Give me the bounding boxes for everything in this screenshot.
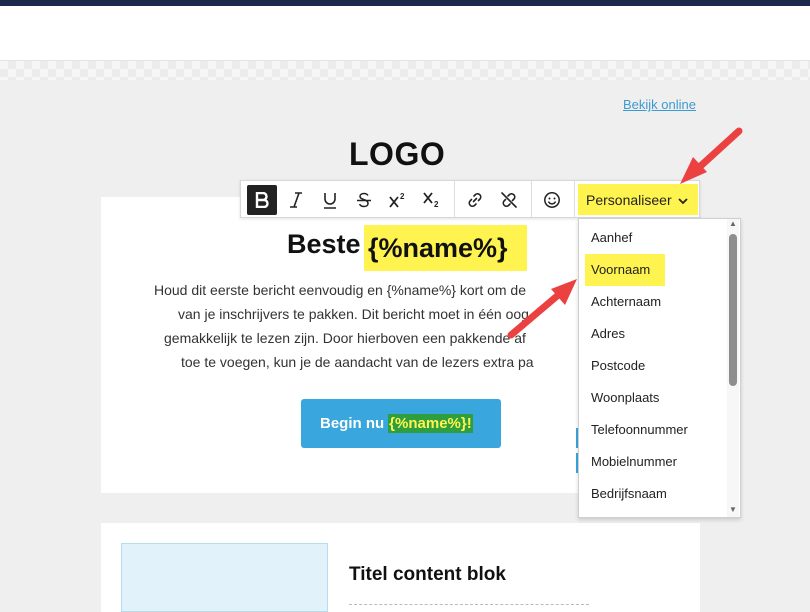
headline-text[interactable]: Beste: [287, 229, 361, 260]
content-block-text: [349, 604, 589, 610]
menu-item-mobielnummer[interactable]: Mobielnummer: [591, 454, 677, 469]
canvas-pattern-strip: [0, 60, 810, 80]
scroll-down-icon[interactable]: ▼: [728, 505, 738, 515]
emoji-icon[interactable]: [537, 185, 567, 215]
menu-item-woonplaats[interactable]: Woonplaats: [591, 390, 659, 405]
toolbar-divider: [454, 181, 455, 217]
content-block-title[interactable]: Titel content blok: [349, 564, 506, 586]
cta-button[interactable]: Begin nu {%name%}!: [301, 399, 501, 448]
bold-icon[interactable]: [247, 185, 277, 215]
image-placeholder[interactable]: [121, 543, 328, 612]
view-online-link[interactable]: Bekijk online: [623, 97, 696, 112]
body-text-line[interactable]: Houd dit eerste bericht eenvoudig en {%n…: [154, 281, 526, 299]
svg-text:2: 2: [400, 192, 405, 201]
personalize-dropdown-button[interactable]: Personaliseer: [578, 184, 698, 215]
body-text-line[interactable]: van je inschrijvers te pakken. Dit beric…: [178, 305, 529, 323]
strikethrough-icon[interactable]: [349, 185, 379, 215]
editor-header: [0, 6, 810, 60]
toolbar-divider: [574, 181, 575, 217]
cta-label: Begin nu: [320, 415, 385, 432]
headline-variable[interactable]: {%name%}: [364, 225, 527, 271]
body-text-line[interactable]: toe te voegen, kun je de aandacht van de…: [181, 353, 534, 371]
cta-variable: {%name%}!: [388, 414, 473, 433]
svg-text:2: 2: [434, 200, 439, 208]
logo: LOGO: [349, 136, 446, 172]
underline-icon[interactable]: [315, 185, 345, 215]
headline-variable-text: {%name%}: [368, 232, 508, 263]
unlink-icon[interactable]: [494, 185, 524, 215]
scroll-up-icon[interactable]: ▲: [728, 219, 738, 229]
body-text-line[interactable]: gemakkelijk te lezen zijn. Door hierbove…: [164, 329, 526, 347]
subscript-icon[interactable]: 2: [417, 185, 447, 215]
menu-item-bedrijfsnaam[interactable]: Bedrijfsnaam: [591, 486, 667, 501]
menu-item-achternaam[interactable]: Achternaam: [591, 294, 661, 309]
menu-item-aanhef[interactable]: Aanhef: [591, 230, 632, 245]
menu-item-telefoonnummer[interactable]: Telefoonnummer: [591, 422, 688, 437]
superscript-icon[interactable]: 2: [383, 185, 413, 215]
menu-item-voornaam[interactable]: Voornaam: [591, 262, 650, 277]
menu-scrollbar-thumb[interactable]: [729, 234, 737, 386]
italic-icon[interactable]: [281, 185, 311, 215]
personalize-label: Personaliseer: [586, 191, 672, 208]
link-icon[interactable]: [460, 185, 490, 215]
chevron-down-icon: [677, 192, 688, 208]
toolbar-divider: [531, 181, 532, 217]
menu-item-adres[interactable]: Adres: [591, 326, 625, 341]
text-format-toolbar: 2 2 Personaliseer: [240, 180, 700, 218]
menu-item-postcode[interactable]: Postcode: [591, 358, 645, 373]
